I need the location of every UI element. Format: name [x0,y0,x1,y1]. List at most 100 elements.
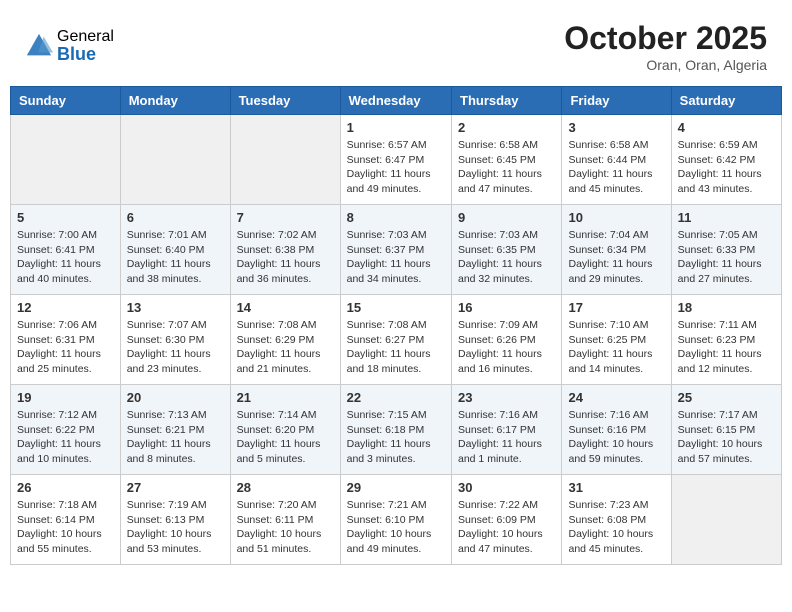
day-number: 15 [347,300,445,315]
table-row: 19Sunrise: 7:12 AMSunset: 6:22 PMDayligh… [11,385,121,475]
day-info: Sunrise: 7:16 AMSunset: 6:17 PMDaylight:… [458,408,555,467]
day-info: Sunrise: 7:04 AMSunset: 6:34 PMDaylight:… [568,228,664,287]
table-row: 20 Sunrise: 7:13 AMSunset: 6:21 PMDayligh… [120,385,230,475]
day-number: 20 [127,390,224,405]
table-row: 18 Sunrise: 7:11 AMSunset: 6:23 PMDayligh… [671,295,781,385]
day-number: 29 [347,480,445,495]
table-row: 23 Sunrise: 7:16 AMSunset: 6:17 PMDayligh… [452,385,562,475]
day-number: 3 [568,120,664,135]
day-number: 18 [678,300,775,315]
table-row: 2 Sunrise: 6:58 AMSunset: 6:45 PMDaylight… [452,115,562,205]
title-block: October 2025 Oran, Oran, Algeria [564,20,767,73]
day-number: 6 [127,210,224,225]
day-info: Sunrise: 7:03 AMSunset: 6:35 PMDaylight:… [458,228,555,287]
col-tuesday: Tuesday [230,87,340,115]
day-info: Sunrise: 7:20 AMSunset: 6:11 PMDaylight:… [237,498,334,557]
table-row: 28 Sunrise: 7:20 AMSunset: 6:11 PMDayligh… [230,475,340,565]
day-number: 4 [678,120,775,135]
day-number: 22 [347,390,445,405]
day-number: 28 [237,480,334,495]
col-friday: Friday [562,87,671,115]
day-number: 27 [127,480,224,495]
day-number: 1 [347,120,445,135]
day-info: Sunrise: 7:03 AMSunset: 6:37 PMDaylight:… [347,228,445,287]
day-number: 14 [237,300,334,315]
table-row: 6 Sunrise: 7:01 AMSunset: 6:40 PMDaylight… [120,205,230,295]
day-info: Sunrise: 7:11 AMSunset: 6:23 PMDaylight:… [678,318,775,377]
col-sunday: Sunday [11,87,121,115]
table-row [230,115,340,205]
table-row [671,475,781,565]
day-number: 25 [678,390,775,405]
table-row: 16 Sunrise: 7:09 AMSunset: 6:26 PMDayligh… [452,295,562,385]
day-number: 2 [458,120,555,135]
day-number: 23 [458,390,555,405]
day-info: Sunrise: 7:09 AMSunset: 6:26 PMDaylight:… [458,318,555,377]
day-number: 17 [568,300,664,315]
day-number: 12 [17,300,114,315]
col-saturday: Saturday [671,87,781,115]
day-info: Sunrise: 6:58 AMSunset: 6:44 PMDaylight:… [568,138,664,197]
day-info: Sunrise: 6:59 AMSunset: 6:42 PMDaylight:… [678,138,775,197]
calendar-table: Sunday Monday Tuesday Wednesday Thursday… [10,86,782,565]
table-row: 13 Sunrise: 7:07 AMSunset: 6:30 PMDayligh… [120,295,230,385]
day-number: 30 [458,480,555,495]
calendar-row: 5 Sunrise: 7:00 AMSunset: 6:41 PMDaylight… [11,205,782,295]
day-info: Sunrise: 7:22 AMSunset: 6:09 PMDaylight:… [458,498,555,557]
day-info: Sunrise: 7:16 AMSunset: 6:16 PMDaylight:… [568,408,664,467]
logo: General Blue [25,28,114,65]
table-row [11,115,121,205]
calendar-row: 26Sunrise: 7:18 AMSunset: 6:14 PMDayligh… [11,475,782,565]
table-row: 31 Sunrise: 7:23 AMSunset: 6:08 PMDayligh… [562,475,671,565]
table-row: 21Sunrise: 7:14 AMSunset: 6:20 PMDayligh… [230,385,340,475]
calendar-row: 12 Sunrise: 7:06 AMSunset: 6:31 PMDayligh… [11,295,782,385]
table-row: 3 Sunrise: 6:58 AMSunset: 6:44 PMDaylight… [562,115,671,205]
calendar-row: 1Sunrise: 6:57 AMSunset: 6:47 PMDaylight… [11,115,782,205]
table-row: 14 Sunrise: 7:08 AMSunset: 6:29 PMDayligh… [230,295,340,385]
day-info: Sunrise: 7:19 AMSunset: 6:13 PMDaylight:… [127,498,224,557]
day-info: Sunrise: 6:58 AMSunset: 6:45 PMDaylight:… [458,138,555,197]
day-number: 7 [237,210,334,225]
table-row: 22 Sunrise: 7:15 AMSunset: 6:18 PMDayligh… [340,385,451,475]
day-number: 13 [127,300,224,315]
table-row: 4 Sunrise: 6:59 AMSunset: 6:42 PMDaylight… [671,115,781,205]
logo-icon [25,32,53,60]
day-info: Sunrise: 7:00 AMSunset: 6:41 PMDaylight:… [17,228,114,287]
day-number: 26 [17,480,114,495]
table-row: 5 Sunrise: 7:00 AMSunset: 6:41 PMDaylight… [11,205,121,295]
day-info: Sunrise: 7:15 AMSunset: 6:18 PMDaylight:… [347,408,445,467]
table-row: 25Sunrise: 7:17 AMSunset: 6:15 PMDayligh… [671,385,781,475]
day-info: Sunrise: 7:06 AMSunset: 6:31 PMDaylight:… [17,318,114,377]
table-row: 12 Sunrise: 7:06 AMSunset: 6:31 PMDayligh… [11,295,121,385]
day-number: 9 [458,210,555,225]
table-row: 27 Sunrise: 7:19 AMSunset: 6:13 PMDayligh… [120,475,230,565]
day-info: Sunrise: 7:08 AMSunset: 6:27 PMDaylight:… [347,318,445,377]
calendar-header-row: Sunday Monday Tuesday Wednesday Thursday… [11,87,782,115]
page-header: General Blue October 2025 Oran, Oran, Al… [10,10,782,78]
day-number: 5 [17,210,114,225]
logo-text: General Blue [57,28,114,65]
day-number: 11 [678,210,775,225]
table-row: 7 Sunrise: 7:02 AMSunset: 6:38 PMDaylight… [230,205,340,295]
day-info: Sunrise: 7:23 AMSunset: 6:08 PMDaylight:… [568,498,664,557]
day-info: Sunrise: 7:08 AMSunset: 6:29 PMDaylight:… [237,318,334,377]
day-number: 31 [568,480,664,495]
table-row: 29 Sunrise: 7:21 AMSunset: 6:10 PMDayligh… [340,475,451,565]
col-monday: Monday [120,87,230,115]
day-number: 16 [458,300,555,315]
month-year: October 2025 [564,20,767,57]
day-number: 10 [568,210,664,225]
table-row: 9 Sunrise: 7:03 AMSunset: 6:35 PMDaylight… [452,205,562,295]
day-info: Sunrise: 7:01 AMSunset: 6:40 PMDaylight:… [127,228,224,287]
day-info: Sunrise: 7:02 AMSunset: 6:38 PMDaylight:… [237,228,334,287]
table-row: 30 Sunrise: 7:22 AMSunset: 6:09 PMDayligh… [452,475,562,565]
table-row: 10 Sunrise: 7:04 AMSunset: 6:34 PMDayligh… [562,205,671,295]
location: Oran, Oran, Algeria [564,57,767,73]
day-number: 24 [568,390,664,405]
day-info: Sunrise: 7:21 AMSunset: 6:10 PMDaylight:… [347,498,445,557]
day-info: Sunrise: 7:07 AMSunset: 6:30 PMDaylight:… [127,318,224,377]
day-number: 21 [237,390,334,405]
logo-blue: Blue [57,45,114,65]
table-row: 8Sunrise: 7:03 AMSunset: 6:37 PMDaylight… [340,205,451,295]
day-info: Sunrise: 7:13 AMSunset: 6:21 PMDaylight:… [127,408,224,467]
